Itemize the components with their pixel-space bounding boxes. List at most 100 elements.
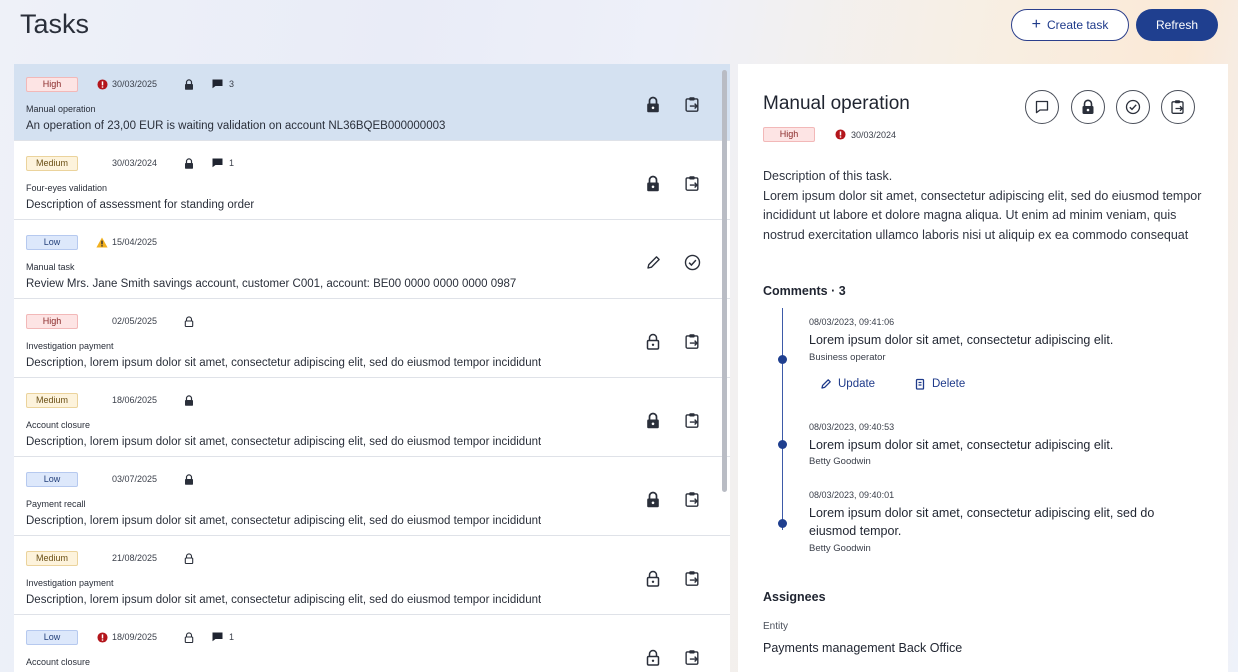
comments-timeline bbox=[782, 308, 783, 530]
edit-button[interactable] bbox=[643, 252, 663, 272]
entity-value: Payments management Back Office bbox=[763, 641, 963, 655]
assign-task-icon bbox=[684, 412, 701, 429]
task-row[interactable]: Medium 18/06/2025 Account closure Descripti… bbox=[14, 380, 730, 457]
comment-count-value: 1 bbox=[229, 158, 235, 168]
assign-task-button[interactable] bbox=[682, 94, 702, 114]
check-circle-button[interactable] bbox=[682, 252, 702, 272]
comment-text: Lorem ipsum dolor sit amet, consectetur … bbox=[809, 438, 1114, 452]
task-meta: Low 03/07/2025 bbox=[26, 471, 196, 487]
task-meta: Medium 18/06/2025 bbox=[26, 392, 196, 408]
pencil-icon bbox=[820, 378, 832, 390]
unlock-icon bbox=[182, 552, 196, 564]
lock-button[interactable] bbox=[643, 173, 663, 193]
task-description: Description, lorem ipsum dolor sit amet,… bbox=[26, 594, 542, 606]
timeline-dot bbox=[778, 519, 787, 528]
assignees-heading: Assignees bbox=[763, 590, 826, 604]
detail-title: Manual operation bbox=[763, 93, 910, 114]
lock-icon bbox=[182, 394, 196, 406]
unlock-button[interactable] bbox=[643, 647, 663, 667]
refresh-button[interactable]: Refresh bbox=[1136, 9, 1218, 41]
delete-label: Delete bbox=[932, 378, 966, 390]
task-list-scrollbar-thumb[interactable] bbox=[722, 70, 727, 492]
unlock-button[interactable] bbox=[643, 568, 663, 588]
lock-icon bbox=[182, 78, 196, 90]
lock-button[interactable] bbox=[643, 94, 663, 114]
priority-badge: High bbox=[26, 76, 78, 92]
priority-badge: Medium bbox=[26, 392, 78, 408]
update-comment-button[interactable]: Update bbox=[820, 378, 875, 390]
assign-task-icon bbox=[684, 175, 701, 192]
assign-task-icon bbox=[1170, 99, 1186, 115]
assign-button[interactable] bbox=[1161, 90, 1195, 124]
check-circle-icon bbox=[1125, 99, 1141, 115]
task-row[interactable]: Low 03/07/2025 Payment recall Description, … bbox=[14, 459, 730, 536]
task-detail-panel: Manual operation High 30/03/2024 Descrip… bbox=[738, 64, 1228, 672]
task-description: Description of this task. Lorem ipsum dol… bbox=[763, 169, 1202, 242]
task-description: Review Mrs. Jane Smith savings account, … bbox=[26, 278, 517, 290]
comment-author: Betty Goodwin bbox=[809, 456, 871, 467]
comment-icon bbox=[212, 79, 223, 89]
task-title: Manual operation bbox=[26, 104, 96, 114]
task-row[interactable]: Medium 21/08/2025 Investigation payment Des… bbox=[14, 538, 730, 615]
task-row[interactable]: Low 18/09/2025 1 Account closure bbox=[14, 617, 730, 672]
task-description: An operation of 23,00 EUR is waiting val… bbox=[26, 120, 446, 132]
assign-task-icon bbox=[684, 649, 701, 666]
priority-badge: High bbox=[26, 313, 78, 329]
edit-icon bbox=[646, 255, 661, 270]
lock-icon bbox=[182, 157, 196, 169]
assign-task-button[interactable] bbox=[682, 410, 702, 430]
comment-count-value: 3 bbox=[229, 79, 235, 89]
create-task-button[interactable]: + Create task bbox=[1011, 9, 1129, 41]
task-description: Description, lorem ipsum dolor sit amet,… bbox=[26, 436, 542, 448]
priority-badge: Medium bbox=[26, 550, 78, 566]
comment-icon bbox=[212, 632, 223, 642]
task-title: Payment recall bbox=[26, 499, 86, 509]
task-date: 30/03/2024 bbox=[112, 158, 158, 168]
create-task-label: Create task bbox=[1046, 18, 1109, 32]
assign-task-button[interactable] bbox=[682, 173, 702, 193]
task-date: 18/06/2025 bbox=[112, 395, 158, 405]
task-meta: High 30/03/2025 3 bbox=[26, 76, 234, 92]
task-meta: Medium 21/08/2025 bbox=[26, 550, 196, 566]
task-row[interactable]: Medium 30/03/2024 1 Four-eyes validation Des… bbox=[14, 143, 730, 220]
comment-date: 08/03/2023, 09:40:01 bbox=[809, 490, 895, 500]
lock-icon bbox=[646, 175, 660, 192]
task-description: Description of assessment for standing o… bbox=[26, 199, 255, 211]
comment-count: 1 bbox=[212, 632, 234, 642]
task-row[interactable]: High 02/05/2025 Investigation payment Descr… bbox=[14, 301, 730, 378]
complete-button[interactable] bbox=[1116, 90, 1150, 124]
timeline-dot bbox=[778, 440, 787, 449]
assign-task-button[interactable] bbox=[682, 568, 702, 588]
task-row[interactable]: High 30/03/2025 3 Manual operation An operat… bbox=[14, 64, 730, 141]
task-date: 18/09/2025 bbox=[112, 632, 158, 642]
task-description: Description, lorem ipsum dolor sit amet,… bbox=[26, 357, 542, 369]
priority-badge: Low bbox=[26, 234, 78, 250]
task-date: 02/05/2025 bbox=[112, 316, 158, 326]
priority-badge: Low bbox=[26, 471, 78, 487]
assign-task-button[interactable] bbox=[682, 331, 702, 351]
task-title: Account closure bbox=[26, 657, 91, 667]
task-date: 15/04/2025 bbox=[112, 237, 158, 247]
comment-text: Lorem ipsum dolor sit amet, consectetur … bbox=[809, 506, 1155, 538]
error-icon bbox=[92, 78, 112, 90]
update-label: Update bbox=[838, 378, 876, 390]
warning-icon bbox=[92, 237, 112, 248]
lock-icon bbox=[182, 473, 196, 485]
task-title: Investigation payment bbox=[26, 578, 114, 588]
assign-task-button[interactable] bbox=[682, 489, 702, 509]
unlock-button[interactable] bbox=[643, 331, 663, 351]
task-list: High 30/03/2025 3 Manual operation An operat… bbox=[14, 64, 730, 672]
assign-task-icon bbox=[684, 570, 701, 587]
task-date: 21/08/2025 bbox=[112, 553, 158, 563]
task-row[interactable]: Low 15/04/2025 Manual task Review Mrs. Jane… bbox=[14, 222, 730, 299]
delete-comment-button[interactable]: Delete bbox=[914, 378, 965, 390]
lock-button[interactable] bbox=[643, 410, 663, 430]
assign-task-icon bbox=[684, 333, 701, 350]
lock-button[interactable] bbox=[1071, 90, 1105, 124]
comment-button[interactable] bbox=[1025, 90, 1059, 124]
assign-task-button[interactable] bbox=[682, 647, 702, 667]
task-meta: Low 18/09/2025 1 bbox=[26, 629, 234, 645]
lock-icon bbox=[1081, 99, 1095, 115]
comment-date: 08/03/2023, 09:41:06 bbox=[809, 317, 895, 327]
lock-button[interactable] bbox=[643, 489, 663, 509]
